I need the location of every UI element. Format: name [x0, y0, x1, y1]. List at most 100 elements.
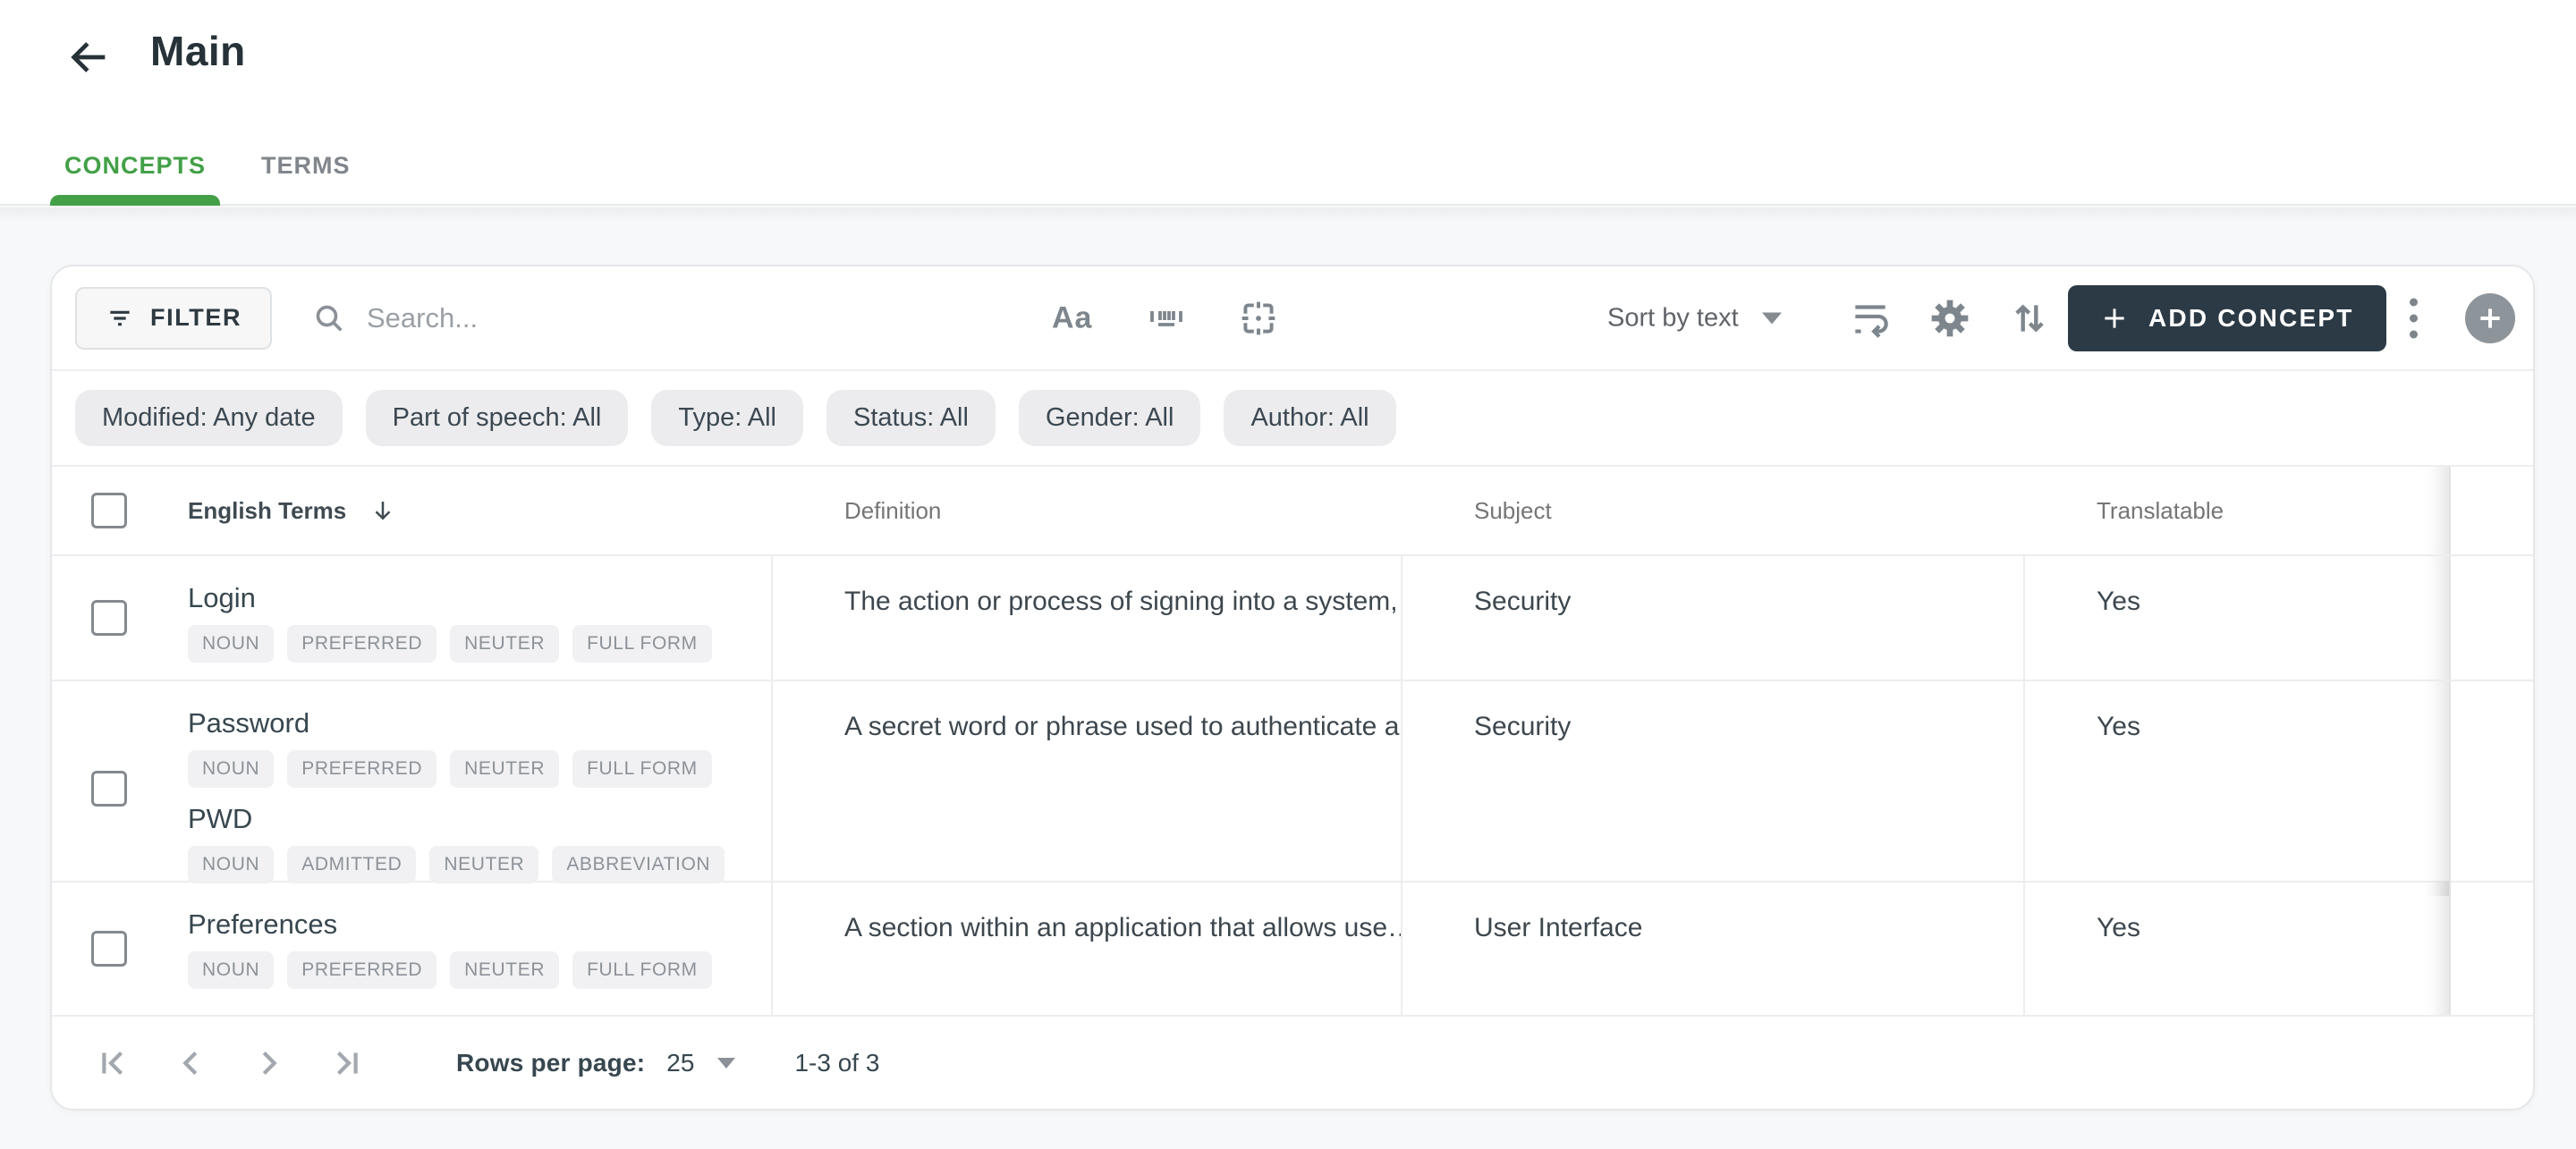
terms-cell: Password NOUN PREFERRED NEUTER FULL FORM PWD N…: [188, 681, 773, 896]
pinned-column-spacer: [2449, 883, 2533, 1015]
filter-chip[interactable]: Status: All: [826, 390, 996, 446]
back-button[interactable]: [66, 34, 113, 80]
term-tag: ABBREVIATION: [552, 846, 725, 883]
search-icon: [311, 300, 347, 336]
filter-chip[interactable]: Part of speech: All: [365, 390, 629, 446]
chevron-down-icon[interactable]: [717, 1057, 736, 1069]
column-header-english-terms[interactable]: English Terms: [188, 467, 773, 554]
arrow-left-icon: [66, 34, 113, 80]
filter-button[interactable]: FILTER: [75, 286, 273, 350]
search-box: [311, 300, 742, 336]
filter-chip[interactable]: Modified: Any date: [75, 390, 343, 446]
select-all-checkbox[interactable]: [91, 493, 127, 528]
term-name: Login: [188, 582, 256, 613]
column-label: English Terms: [188, 496, 347, 524]
subject-cell: Security: [1402, 681, 2025, 896]
tab-terms[interactable]: TERMS: [261, 141, 351, 204]
filter-icon: [106, 304, 134, 333]
match-case-icon[interactable]: Aa: [1052, 300, 1092, 335]
toolbar: FILTER Aa Sort b: [52, 266, 2533, 371]
sort-by-dropdown[interactable]: Sort by text: [1607, 303, 1782, 333]
search-input[interactable]: [367, 301, 742, 334]
add-concept-label: ADD CONCEPT: [2148, 303, 2354, 332]
term-tag: PREFERRED: [287, 750, 437, 788]
pinned-column-spacer: [2449, 681, 2533, 896]
term-tags: NOUN PREFERRED NEUTER FULL FORM: [188, 625, 771, 663]
concepts-card: FILTER Aa Sort b: [50, 265, 2535, 1111]
header-cell: [52, 467, 188, 554]
row-checkbox-cell: [52, 681, 188, 896]
filter-chip[interactable]: Author: All: [1224, 390, 1396, 446]
translatable-cell: Yes: [2025, 681, 2449, 896]
row-checkbox[interactable]: [91, 600, 127, 636]
filter-chip[interactable]: Gender: All: [1018, 390, 1201, 446]
table-row[interactable]: Password NOUN PREFERRED NEUTER FULL FORM PWD N…: [52, 681, 2533, 896]
wrap-text-icon[interactable]: [1848, 296, 1893, 341]
pagination-range: 1-3 of 3: [794, 1048, 880, 1077]
definition-cell: The action or process of signing into a …: [773, 556, 1402, 680]
previous-page-button[interactable]: [170, 1043, 211, 1084]
filter-button-label: FILTER: [150, 304, 242, 331]
term-name: PWD: [188, 803, 253, 834]
term-name: Password: [188, 707, 310, 739]
settings-gear-icon[interactable]: [1927, 295, 1973, 342]
plus-circle-button[interactable]: [2465, 292, 2515, 343]
rows-per-page-value[interactable]: 25: [666, 1049, 694, 1077]
sort-descending-icon[interactable]: [369, 497, 396, 524]
row-checkbox[interactable]: [91, 771, 127, 807]
definition-cell: A section within an application that all…: [773, 883, 1402, 1015]
swap-vertical-icon[interactable]: [2007, 296, 2052, 341]
term-tag: NOUN: [188, 625, 275, 663]
translatable-cell: Yes: [2025, 556, 2449, 680]
pagination-bar: Rows per page: 25 1-3 of 3: [52, 1017, 2533, 1109]
filter-chip-row: Modified: Any date Part of speech: All Typ…: [52, 371, 2533, 467]
add-concept-button[interactable]: ADD CONCEPT: [2068, 284, 2386, 351]
next-page-button[interactable]: [249, 1043, 290, 1084]
pinned-column-spacer: [2449, 467, 2533, 554]
table-row[interactable]: Preferences NOUN PREFERRED NEUTER FULL FORM A…: [52, 883, 2533, 1017]
column-header-translatable[interactable]: Translatable: [2025, 467, 2449, 554]
term-tag: NOUN: [188, 951, 275, 989]
term-tags: NOUN PREFERRED NEUTER FULL FORM: [188, 951, 771, 989]
page: Main CONCEPTSTERMS FILTER Aa: [0, 0, 2576, 1149]
term-tag: NEUTER: [450, 625, 560, 663]
table-row[interactable]: Login NOUN PREFERRED NEUTER FULL FORM The act…: [52, 556, 2533, 681]
page-header: Main CONCEPTS TERMS: [0, 0, 2576, 222]
row-checkbox-cell: [52, 883, 188, 1015]
table-body: Login NOUN PREFERRED NEUTER FULL FORM The act…: [52, 556, 2533, 1017]
row-checkbox[interactable]: [91, 931, 127, 967]
pinned-column-spacer: [2449, 556, 2533, 680]
term-tag: FULL FORM: [572, 625, 712, 663]
term-tag: NEUTER: [450, 750, 560, 788]
term-tag: PREFERRED: [287, 625, 437, 663]
terms-cell: Login NOUN PREFERRED NEUTER FULL FORM: [188, 556, 773, 680]
term-tag: FULL FORM: [572, 750, 712, 788]
subject-cell: Security: [1402, 556, 2025, 680]
term-name: Preferences: [188, 908, 338, 940]
term-tag: NEUTER: [450, 951, 560, 989]
table-header: English Terms Definition Subject Transla…: [52, 467, 2533, 556]
filter-chip[interactable]: Type: All: [651, 390, 803, 446]
plus-icon: [2475, 303, 2505, 334]
term-tag: NEUTER: [429, 846, 539, 883]
term-tag: FULL FORM: [572, 951, 712, 989]
term-tag: ADMITTED: [287, 846, 417, 883]
plus-icon: [2100, 304, 2129, 333]
column-label: Subject: [1474, 496, 1552, 524]
term-tag: NOUN: [188, 750, 275, 788]
subject-cell: User Interface: [1402, 883, 2025, 1015]
active-tab-indicator: [50, 195, 220, 206]
column-label: Translatable: [2097, 496, 2224, 524]
kebab-menu-icon[interactable]: [2401, 289, 2427, 347]
column-header-subject[interactable]: Subject: [1402, 467, 2025, 554]
focus-frame-icon[interactable]: [1236, 296, 1281, 341]
sort-by-label: Sort by text: [1607, 303, 1739, 332]
first-page-button[interactable]: [91, 1043, 132, 1084]
term-tags: NOUN PREFERRED NEUTER FULL FORM: [188, 750, 771, 788]
column-header-definition[interactable]: Definition: [773, 467, 1402, 554]
page-title: Main: [150, 28, 246, 74]
term-tag: NOUN: [188, 846, 275, 883]
barcode-scan-icon[interactable]: [1145, 297, 1188, 340]
column-label: Definition: [844, 496, 942, 524]
last-page-button[interactable]: [327, 1043, 369, 1084]
